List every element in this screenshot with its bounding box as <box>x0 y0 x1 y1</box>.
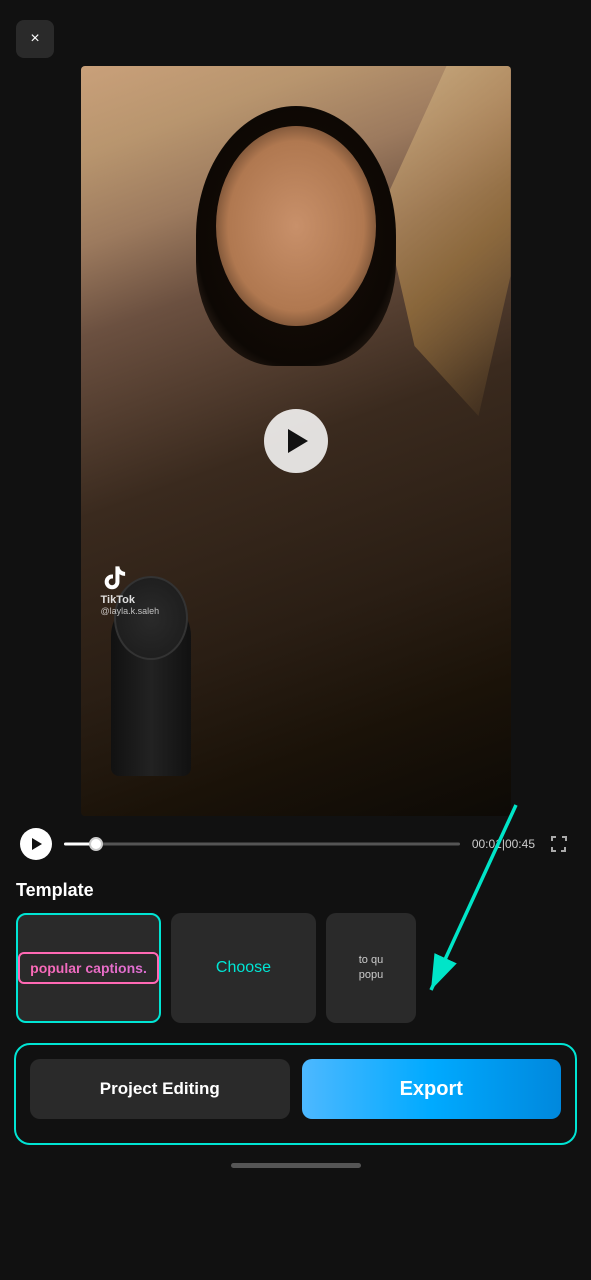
choose-text: Choose <box>216 959 271 977</box>
video-bg: TikTok @layla.k.saleh <box>81 66 511 816</box>
tiktok-watermark: TikTok @layla.k.saleh <box>101 564 160 616</box>
export-button[interactable]: Export <box>302 1059 562 1119</box>
fullscreen-button[interactable] <box>547 832 571 856</box>
tiktok-handle-text: @layla.k.saleh <box>101 606 160 616</box>
bottom-action-bar: Project Editing Export <box>14 1043 577 1145</box>
top-section: × TikTok @layla.k.saleh <box>0 0 591 816</box>
template-card-popular[interactable]: popular captions. <box>16 913 161 1023</box>
template-label: Template <box>16 880 575 901</box>
time-display: 00:01|00:45 <box>472 837 535 851</box>
microphone-prop <box>111 596 191 776</box>
tiktok-logo-icon <box>101 564 129 592</box>
scrubber-track <box>64 843 460 846</box>
video-controls: 00:01|00:45 <box>0 816 591 872</box>
play-triangle-icon <box>288 429 308 453</box>
third-card-text: to qu popu <box>351 945 391 992</box>
close-row: × <box>16 18 575 58</box>
person-face <box>216 126 376 326</box>
play-button[interactable] <box>264 409 328 473</box>
template-cards: popular captions. Choose to qu popu <box>16 913 575 1023</box>
fullscreen-icon <box>549 834 569 854</box>
template-card-third[interactable]: to qu popu <box>326 913 416 1023</box>
scrubber-thumb[interactable] <box>89 837 103 851</box>
template-card-choose[interactable]: Choose <box>171 913 316 1023</box>
tiktok-brand-text: TikTok <box>101 594 135 606</box>
scrubber[interactable] <box>64 834 460 854</box>
close-button[interactable]: × <box>16 20 54 58</box>
video-thumbnail[interactable]: TikTok @layla.k.saleh <box>81 66 511 816</box>
play-icon <box>32 838 42 850</box>
template-section: Template popular captions. Choose to qu … <box>0 872 591 1035</box>
home-indicator <box>231 1163 361 1168</box>
main-wrapper: × TikTok @layla.k.saleh <box>0 0 591 1182</box>
play-pause-button[interactable] <box>20 828 52 860</box>
popular-captions-text: popular captions. <box>18 952 159 984</box>
project-editing-button[interactable]: Project Editing <box>30 1059 290 1119</box>
